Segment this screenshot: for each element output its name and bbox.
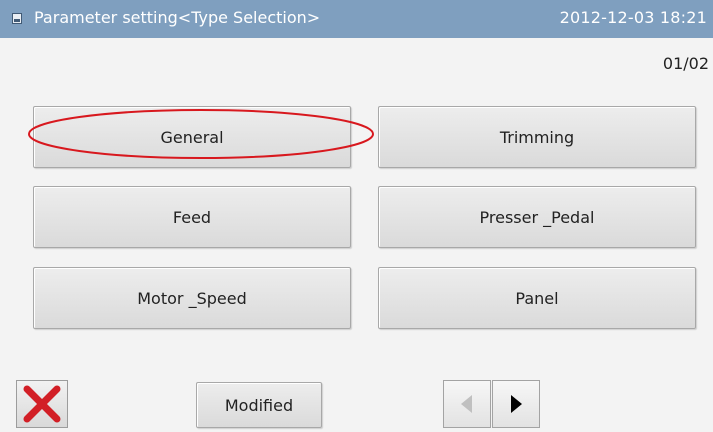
close-button[interactable] — [16, 380, 68, 428]
feed-button-label: Feed — [172, 207, 212, 227]
right-arrow-icon — [511, 395, 522, 413]
general-button[interactable]: General — [33, 106, 351, 168]
modified-button-label: Modified — [224, 395, 294, 415]
next-page-button[interactable] — [492, 380, 540, 428]
title-bar: Parameter setting<Type Selection> 2012-1… — [0, 0, 713, 38]
trimming-button[interactable]: Trimming — [378, 106, 696, 168]
motor-speed-button[interactable]: Motor _Speed — [33, 267, 351, 329]
presser-pedal-button-label: Presser _Pedal — [479, 207, 595, 227]
datetime-display: 2012-12-03 18:21 — [559, 8, 707, 27]
presser-pedal-button[interactable]: Presser _Pedal — [378, 186, 696, 248]
feed-button[interactable]: Feed — [33, 186, 351, 248]
window-title: Parameter setting<Type Selection> — [34, 8, 321, 27]
page-indicator: 01/02 — [662, 54, 709, 73]
motor-speed-button-label: Motor _Speed — [137, 288, 247, 308]
trimming-button-label: Trimming — [499, 127, 575, 147]
modified-button[interactable]: Modified — [196, 382, 322, 428]
left-arrow-icon — [461, 395, 472, 413]
panel-button-label: Panel — [515, 288, 559, 308]
previous-page-button[interactable] — [443, 380, 491, 428]
panel-button[interactable]: Panel — [378, 267, 696, 329]
red-x-close-icon — [23, 385, 61, 423]
screen-icon — [12, 13, 22, 24]
general-button-label: General — [160, 127, 224, 147]
